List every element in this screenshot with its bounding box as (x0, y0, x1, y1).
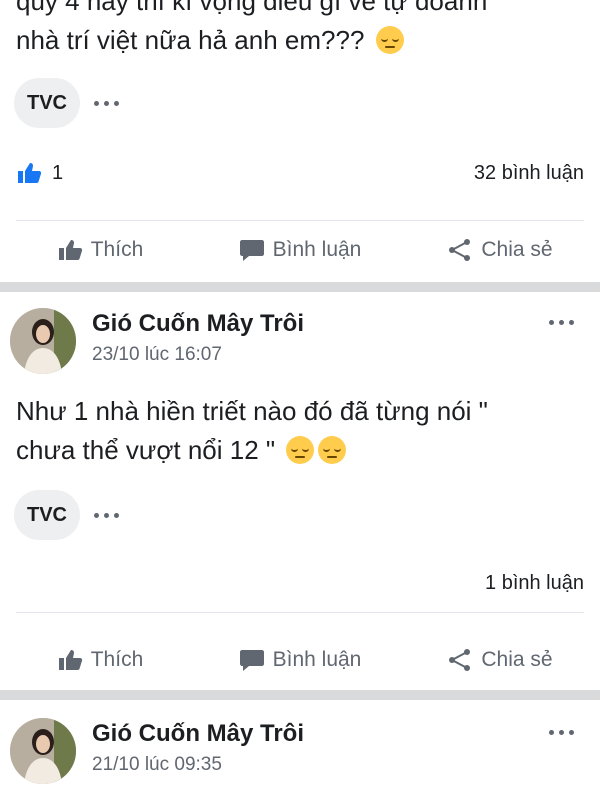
post-separator (0, 282, 600, 292)
like-button[interactable]: Thích (0, 648, 200, 672)
tag-chip-tvc[interactable]: TVC (14, 490, 80, 540)
speech-bubble-icon (239, 650, 264, 671)
thumbs-up-icon (58, 650, 82, 670)
share-label: Chia sẻ (481, 648, 553, 671)
comment-count[interactable]: 1 bình luận (485, 572, 584, 595)
post-2-text-line2-wrap: chưa thể vượt nổi 12 " (16, 431, 584, 470)
share-button[interactable]: Chia sẻ (400, 238, 600, 262)
post-2-text-line1: Như 1 nhà hiền triết nào đó đã từng nói … (16, 396, 488, 426)
share-icon (449, 239, 471, 261)
tag-chip-tvc[interactable]: TVC (14, 78, 80, 128)
post-2: Gió Cuốn Mây Trôi 23/10 lúc 16:07 Như 1 … (0, 292, 600, 688)
like-summary[interactable]: 1 (16, 161, 63, 185)
post-2-actions: Thích Bình luận Chia sẻ (0, 635, 600, 685)
share-button[interactable]: Chia sẻ (400, 648, 600, 672)
post-3-header: Gió Cuốn Mây Trôi 21/10 lúc 09:35 (8, 718, 584, 788)
disappointed-face-emoji-icon (375, 26, 404, 54)
like-label: Thích (90, 648, 144, 671)
post-time[interactable]: 23/10 lúc 16:07 (92, 344, 222, 366)
like-count: 1 (52, 161, 64, 184)
relieved-face-emoji-icon (286, 436, 315, 464)
like-label: Thích (90, 238, 144, 261)
post-2-header: Gió Cuốn Mây Trôi 23/10 lúc 16:07 (8, 308, 584, 378)
thumbs-up-icon (18, 163, 42, 183)
post-3: Gió Cuốn Mây Trôi 21/10 lúc 09:35 (0, 700, 600, 800)
avatar-photo (10, 718, 76, 784)
share-label: Chia sẻ (481, 238, 553, 261)
post-1-stats: 1 32 bình luận (16, 158, 584, 188)
avatar[interactable] (10, 308, 76, 374)
post-1-text-line2: nhà trí việt nữa hả anh em??? (16, 25, 365, 55)
post-author[interactable]: Gió Cuốn Mây Trôi (92, 310, 304, 338)
comment-button[interactable]: Bình luận (200, 648, 400, 672)
post-1-text: quý 4 này thì kì vọng điều gì về tự doan… (16, 0, 584, 60)
comment-button[interactable]: Bình luận (200, 238, 400, 262)
divider (16, 612, 584, 613)
post-1-text-line2-wrap: nhà trí việt nữa hả anh em??? (16, 21, 584, 60)
tag-more-icon[interactable] (94, 512, 119, 518)
avatar[interactable] (10, 718, 76, 784)
post-1-text-line1: quý 4 này thì kì vọng điều gì về tự doan… (16, 0, 488, 16)
like-button[interactable]: Thích (0, 238, 200, 262)
post-2-tags: TVC (14, 490, 119, 540)
post-2-text: Như 1 nhà hiền triết nào đó đã từng nói … (16, 392, 584, 470)
comment-count[interactable]: 32 bình luận (474, 162, 584, 185)
avatar-photo (10, 308, 76, 374)
divider (16, 220, 584, 221)
thumbs-up-icon (58, 240, 82, 260)
post-2-stats: 1 bình luận (16, 568, 584, 598)
comment-label: Bình luận (272, 238, 362, 261)
post-separator (0, 690, 600, 700)
share-icon (449, 649, 471, 671)
post-author[interactable]: Gió Cuốn Mây Trôi (92, 720, 304, 748)
post-menu-icon[interactable] (549, 320, 574, 325)
relieved-face-emoji-icon (318, 436, 347, 464)
post-menu-icon[interactable] (549, 730, 574, 735)
speech-bubble-icon (239, 240, 264, 261)
comment-label: Bình luận (272, 648, 362, 671)
tag-more-icon[interactable] (94, 100, 119, 106)
post-2-text-line2: chưa thể vượt nổi 12 " (16, 435, 276, 465)
post-time[interactable]: 21/10 lúc 09:35 (92, 754, 222, 776)
post-1-actions: Thích Bình luận Chia sẻ (0, 225, 600, 275)
post-1: quý 4 này thì kì vọng điều gì về tự doan… (0, 0, 600, 280)
post-1-tags: TVC (14, 78, 119, 128)
